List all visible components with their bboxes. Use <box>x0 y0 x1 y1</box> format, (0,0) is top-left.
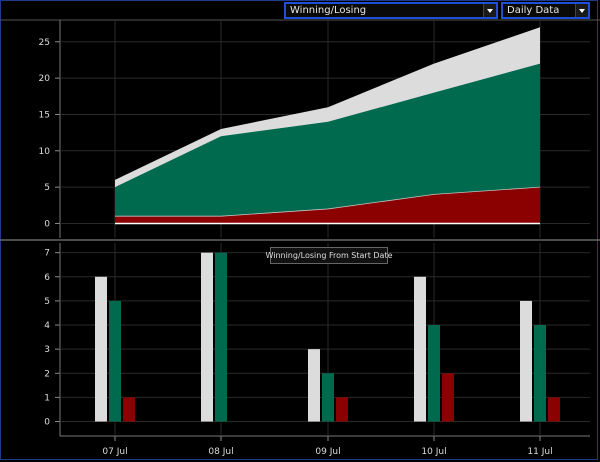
bar <box>123 397 135 422</box>
bar <box>442 373 454 422</box>
y-tick-label: 3 <box>44 345 50 355</box>
y-tick-label: 15 <box>39 110 50 120</box>
bar <box>215 252 227 422</box>
y-tick-label: 6 <box>44 273 50 283</box>
y-tick-label: 0 <box>44 418 50 428</box>
x-tick-label: 07 Jul <box>102 447 127 457</box>
bar <box>308 349 320 422</box>
y-tick-label: 25 <box>39 38 50 48</box>
x-tick-label: 11 Jul <box>527 447 552 457</box>
y-tick-label: 5 <box>44 297 50 307</box>
bar <box>109 300 121 422</box>
bar <box>322 373 334 422</box>
x-tick-label: 08 Jul <box>208 447 233 457</box>
bar <box>520 300 532 422</box>
y-tick-label: 10 <box>39 147 51 157</box>
bar <box>548 397 560 422</box>
y-tick-label: 20 <box>39 74 51 84</box>
bar <box>428 325 440 422</box>
bar <box>201 252 213 422</box>
y-tick-label: 1 <box>44 393 50 403</box>
chart-canvas: 0 5 10 15 20 25 0 1 2 3 4 5 6 7 07 Jul 08 Jul 09 Jul 10 J… <box>0 19 600 457</box>
x-tick-label: 10 Jul <box>421 447 446 457</box>
x-tick-label: 09 Jul <box>315 447 340 457</box>
y-tick-label: 2 <box>44 369 50 379</box>
y-tick-label: 7 <box>44 249 50 259</box>
y-tick-label: 5 <box>44 183 50 193</box>
bar <box>414 276 426 422</box>
bar <box>534 325 546 422</box>
y-tick-label: 0 <box>44 219 50 229</box>
bar <box>95 276 107 422</box>
bar <box>336 397 348 422</box>
y-tick-label: 4 <box>44 321 50 331</box>
chart-tooltip: Winning/Losing From Start Date <box>265 247 393 264</box>
